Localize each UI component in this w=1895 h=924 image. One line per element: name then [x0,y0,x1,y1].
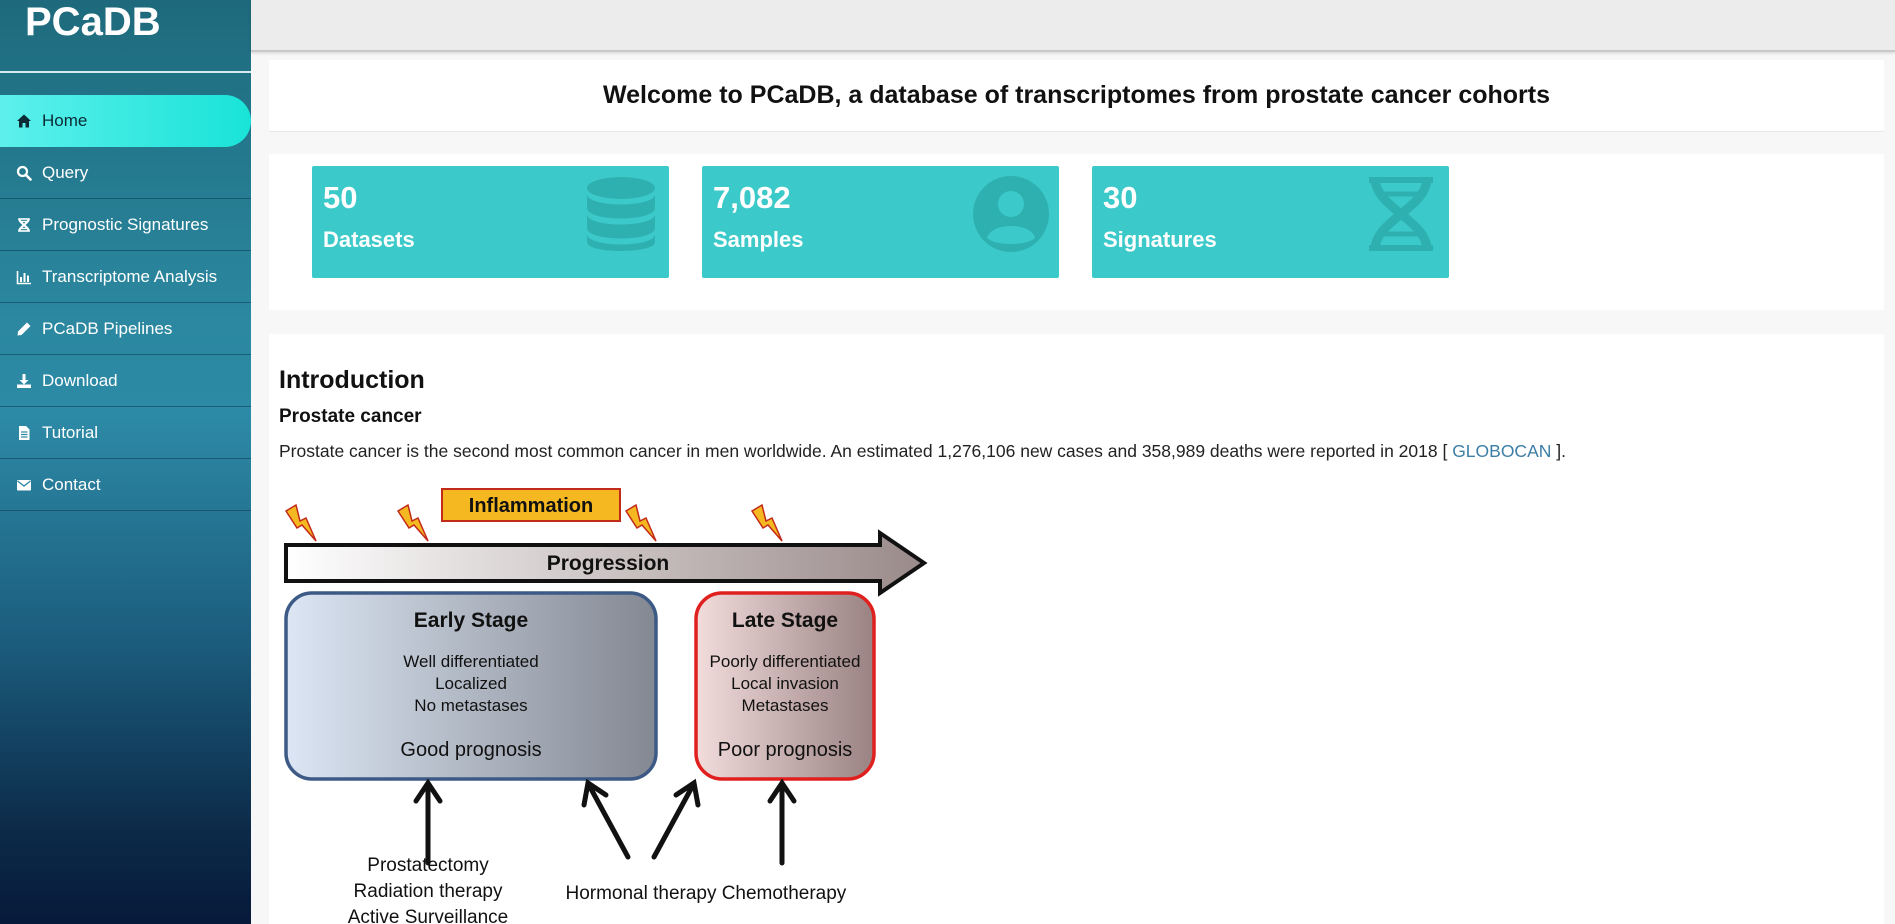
late-stage-title: Late Stage [732,609,838,632]
sidebar-item-transcriptome-analysis[interactable]: Transcriptome Analysis [0,251,251,303]
late-stage-line: Metastases [742,696,829,715]
stat-value: 30 [1103,180,1138,215]
brand-logo[interactable]: PCaDB [0,0,251,73]
intro-text-before: Prostate cancer is the second most commo… [279,441,1453,461]
early-stage-prognosis: Good prognosis [400,739,541,761]
late-stage-line: Local invasion [731,674,839,693]
globocan-link[interactable]: GLOBOCAN [1452,441,1551,461]
prostate-cancer-progression-diagram: Inflammation Progression Early Stage Wel… [284,488,928,924]
page-title: Welcome to PCaDB, a database of transcri… [269,60,1884,132]
stat-value: 7,082 [713,180,791,215]
pencil-icon [15,320,33,338]
treatment-arrows [413,778,797,866]
inflammation-label: Inflammation [469,495,593,517]
late-stage-prognosis: Poor prognosis [718,739,853,761]
intro-text-after: ]. [1551,441,1566,461]
intro-panel: Introduction Prostate cancer Prostate ca… [269,334,1884,924]
download-icon [15,372,33,390]
sidebar-item-label: PCaDB Pipelines [42,318,173,338]
envelope-icon [15,476,33,494]
sidebar-item-query[interactable]: Query [0,147,251,199]
treatment-label: Chemotherapy [722,883,847,904]
treatment-label: Radiation therapy [354,881,503,902]
database-icon [587,177,655,251]
sidebar-item-tutorial[interactable]: Tutorial [0,407,251,459]
section-subtitle: Prostate cancer [279,406,422,427]
late-stage-line: Poorly differentiated [710,652,861,671]
sidebar-item-pcadb-pipelines[interactable]: PCaDB Pipelines [0,303,251,355]
sidebar-item-label: Query [42,162,89,182]
user-circle-icon [973,176,1049,252]
progression-label: Progression [547,552,670,575]
intro-paragraph: Prostate cancer is the second most commo… [279,441,1566,462]
sidebar-item-download[interactable]: Download [0,355,251,407]
top-bar [251,0,1895,52]
stats-panel: 50 Datasets 7,082 Samples 30 Signatures [269,154,1884,310]
stat-card-datasets[interactable]: 50 Datasets [312,166,669,278]
stat-label: Signatures [1103,227,1217,252]
sidebar-item-label: Transcriptome Analysis [42,266,218,286]
treatment-label: Prostatectomy [367,855,489,876]
bar-chart-icon [15,268,33,286]
sidebar: PCaDB Home Query Prognostic Signatures T… [0,0,251,924]
stat-label: Samples [713,227,804,252]
stat-card-samples[interactable]: 7,082 Samples [702,166,1059,278]
sidebar-item-label: Download [42,370,118,390]
treatment-label: Hormonal therapy [565,883,717,904]
stat-card-signatures[interactable]: 30 Signatures [1092,166,1449,278]
early-stage-line: No metastases [414,696,527,715]
sidebar-item-label: Tutorial [42,422,99,442]
sidebar-item-contact[interactable]: Contact [0,459,251,511]
file-icon [15,424,33,442]
sidebar-item-label: Prognostic Signatures [42,214,209,234]
sidebar-item-prognostic-signatures[interactable]: Prognostic Signatures [0,199,251,251]
sidebar-item-label: Home [42,111,88,130]
early-stage-title: Early Stage [414,609,528,632]
dna-icon [15,216,33,234]
early-stage-line: Well differentiated [403,652,538,671]
stat-label: Datasets [323,227,415,252]
dna-icon [1369,177,1433,251]
sidebar-item-home[interactable]: Home [0,95,251,147]
sidebar-item-label: Contact [42,474,101,494]
stat-value: 50 [323,180,358,215]
early-stage-line: Localized [435,674,507,693]
home-icon [15,112,33,130]
search-icon [15,164,33,182]
section-title: Introduction [279,366,425,394]
treatment-label: Active Surveillance [348,907,509,924]
sidebar-nav: Home Query Prognostic Signatures Transcr… [0,95,251,511]
